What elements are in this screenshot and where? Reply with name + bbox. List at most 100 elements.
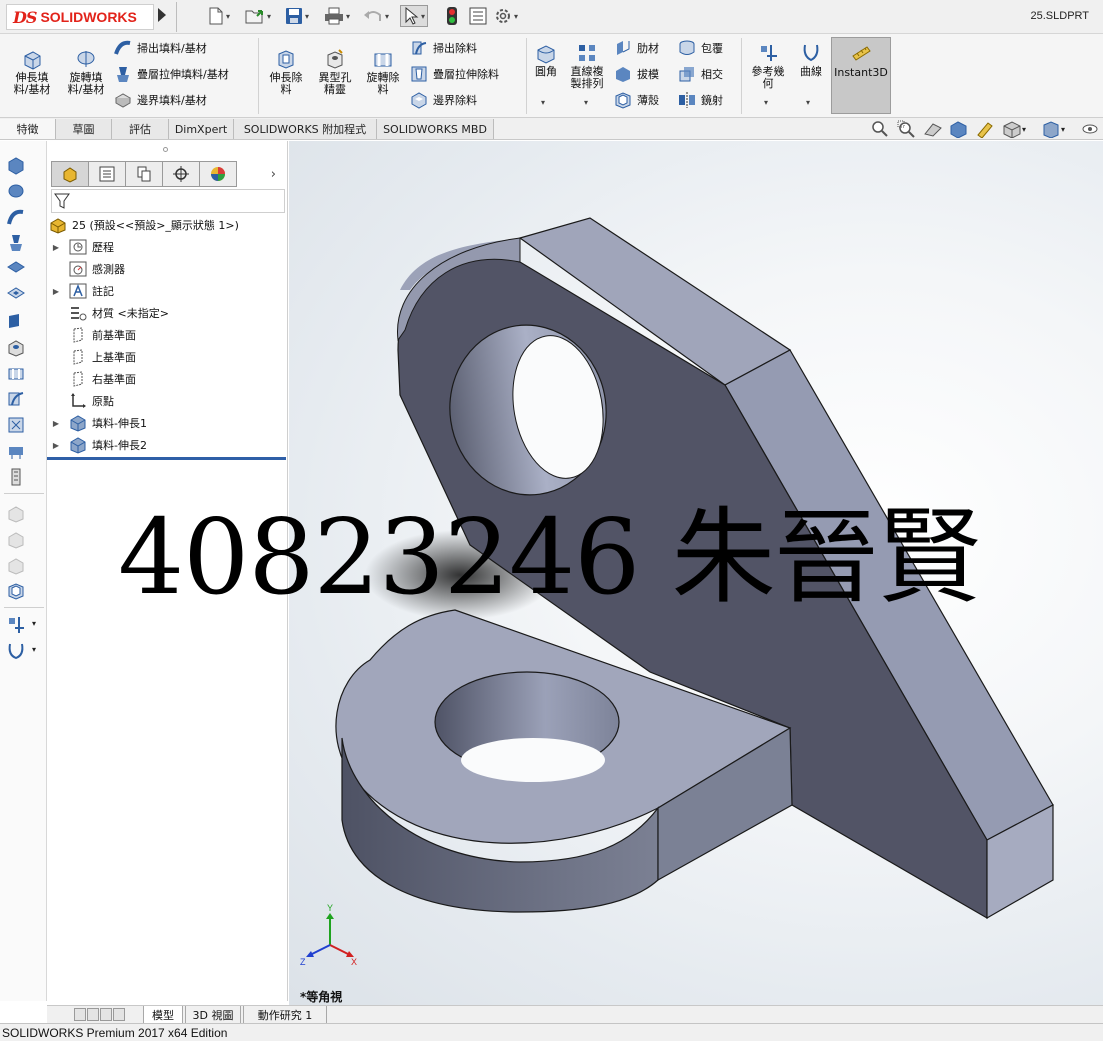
revolved-boss-button[interactable]: 旋轉填 料/基材 (62, 48, 110, 96)
reference-geometry-button[interactable]: 參考幾 何 (746, 42, 790, 90)
hole-wizard-button[interactable]: 異型孔 精靈 (312, 48, 358, 96)
extruded-boss-icon[interactable] (6, 155, 26, 175)
boundary-cut-button[interactable]: 邊界除料 (410, 91, 477, 109)
expand-arrow-icon[interactable]: ▶ (51, 441, 61, 450)
hole-wizard-icon[interactable] (6, 337, 26, 357)
lofted-cut-icon[interactable] (6, 415, 26, 435)
revolved-cut-button[interactable]: 旋轉除 料 (360, 48, 406, 96)
tab-evaluate[interactable]: 評估 (112, 119, 169, 139)
reference-geometry-icon[interactable] (6, 615, 26, 635)
revolved-boss-icon[interactable] (6, 181, 26, 201)
extruded-boss-button[interactable]: 伸長填 料/基材 (8, 48, 56, 96)
zoom-to-fit-button[interactable] (871, 120, 889, 138)
open-button[interactable]: ▾ (245, 5, 271, 27)
section-view-button[interactable] (949, 120, 969, 138)
pattern-dropdown-icon[interactable]: ▾ (584, 98, 588, 107)
view-orientation-button[interactable]: ▾ (1002, 120, 1026, 138)
tab-property-manager[interactable] (88, 161, 126, 187)
new-document-button[interactable]: ▾ (208, 5, 230, 27)
swept-boss-button[interactable]: 掃出填料/基材 (114, 39, 207, 57)
panel-splitter-handle[interactable] (163, 147, 168, 152)
tree-item-right-plane[interactable]: 右基準面 (51, 369, 136, 389)
dynamic-annotation-button[interactable] (975, 120, 995, 138)
swept-cut-icon[interactable] (6, 389, 26, 409)
boundary-cut-icon[interactable] (6, 441, 26, 461)
wrap-button[interactable]: 包覆 (678, 39, 723, 57)
tab-dimxpert[interactable]: DimXpert (169, 119, 234, 139)
extruded-cut-icon[interactable] (6, 285, 26, 305)
fillet-button[interactable]: 圓角 (530, 42, 562, 78)
shell-icon[interactable] (6, 581, 26, 601)
rib-button[interactable]: 肋材 (614, 39, 659, 57)
rib-icon[interactable] (6, 467, 26, 487)
fillet-dropdown-icon[interactable]: ▾ (541, 98, 545, 107)
pattern-icon[interactable] (6, 555, 26, 575)
tree-item-front-plane[interactable]: 前基準面 (51, 325, 136, 345)
menu-expand-arrow-icon[interactable] (158, 8, 166, 22)
tree-item-sensors[interactable]: 感測器 (51, 259, 125, 279)
save-button[interactable]: ▾ (285, 5, 309, 27)
first-tab-nav-icon[interactable] (74, 1008, 86, 1021)
zoom-to-area-button[interactable] (897, 120, 915, 138)
tab-3d-views[interactable]: 3D 視圖 (185, 1006, 241, 1024)
next-tab-nav-icon[interactable] (100, 1008, 112, 1021)
display-style-button[interactable]: ▾ (1041, 120, 1065, 138)
curves-icon[interactable] (6, 641, 26, 661)
tree-item-annotations[interactable]: ▶ 註記 (51, 281, 114, 301)
extruded-cut-button[interactable]: 伸長除 料 (263, 48, 309, 96)
tree-item-top-plane[interactable]: 上基準面 (51, 347, 136, 367)
select-button[interactable]: ▾ (400, 5, 429, 27)
expand-arrow-icon[interactable]: ▶ (51, 287, 61, 296)
expand-arrow-icon[interactable]: ▶ (51, 243, 61, 252)
tab-features[interactable]: 特徵 (0, 119, 56, 139)
file-properties-button[interactable] (469, 5, 487, 27)
options-button[interactable]: ▾ (494, 5, 518, 27)
tree-item-boss-extrude2[interactable]: ▶ 填料-伸長2 (51, 435, 147, 455)
tab-solidworks-addins[interactable]: SOLIDWORKS 附加程式 (234, 119, 377, 139)
revolved-cut-icon[interactable] (6, 363, 26, 383)
print-button[interactable]: ▾ (324, 5, 350, 27)
swept-boss-icon[interactable] (6, 207, 26, 227)
intersect-button[interactable]: 相交 (678, 65, 723, 83)
boundary-boss-icon[interactable] (6, 259, 26, 279)
tab-motion-study[interactable]: 動作研究 1 (243, 1006, 327, 1024)
plane-icon[interactable] (6, 311, 26, 331)
rebuild-button[interactable] (446, 5, 458, 27)
lofted-boss-icon[interactable] (6, 233, 26, 253)
tree-item-material[interactable]: 材質 <未指定> (51, 303, 169, 323)
prev-tab-nav-icon[interactable] (87, 1008, 99, 1021)
tab-display-manager[interactable] (199, 161, 237, 187)
previous-view-button[interactable] (923, 120, 943, 138)
tree-root-part[interactable]: 25 (預設<<預設>_顯示狀態 1>) (49, 215, 239, 235)
tree-filter-field[interactable] (51, 189, 285, 213)
last-tab-nav-icon[interactable] (113, 1008, 125, 1021)
shell-button[interactable]: 薄殼 (614, 91, 659, 109)
hide-show-items-button[interactable] (1081, 120, 1099, 138)
swept-cut-button[interactable]: 掃出除料 (410, 39, 477, 57)
curves-dropdown-icon[interactable]: ▾ (806, 98, 810, 107)
rollback-bar[interactable] (47, 457, 286, 460)
instant3d-button[interactable]: Instant3D (831, 37, 891, 114)
lofted-boss-button[interactable]: 疊層拉伸填料/基材 (114, 65, 229, 83)
reference-geometry-dropdown-icon[interactable]: ▾ (32, 619, 36, 628)
tab-feature-manager[interactable] (51, 161, 89, 187)
tab-solidworks-mbd[interactable]: SOLIDWORKS MBD (377, 119, 494, 139)
lofted-cut-button[interactable]: 疊層拉伸除料 (410, 65, 499, 83)
curves-button[interactable]: 曲線 (795, 42, 827, 78)
boundary-boss-button[interactable]: 邊界填料/基材 (114, 91, 207, 109)
draft-button[interactable]: 拔模 (614, 65, 659, 83)
tree-item-boss-extrude1[interactable]: ▶ 填料-伸長1 (51, 413, 147, 433)
expand-arrow-icon[interactable]: ▶ (51, 419, 61, 428)
fillet-icon[interactable] (6, 503, 26, 523)
tree-item-origin[interactable]: 原點 (51, 391, 114, 411)
undo-button[interactable]: ▾ (363, 5, 389, 27)
solidworks-logo[interactable]: DS SOLIDWORKS (6, 4, 154, 30)
tab-model[interactable]: 模型 (143, 1006, 183, 1024)
curves-dropdown-icon[interactable]: ▾ (32, 645, 36, 654)
tab-configuration-manager[interactable] (125, 161, 163, 187)
more-tabs-chevron-icon[interactable]: › (236, 161, 276, 187)
chamfer-icon[interactable] (6, 529, 26, 549)
tab-dimxpert-manager[interactable] (162, 161, 200, 187)
tree-item-history[interactable]: ▶ 歷程 (51, 237, 114, 257)
tab-sketch[interactable]: 草圖 (56, 119, 112, 139)
